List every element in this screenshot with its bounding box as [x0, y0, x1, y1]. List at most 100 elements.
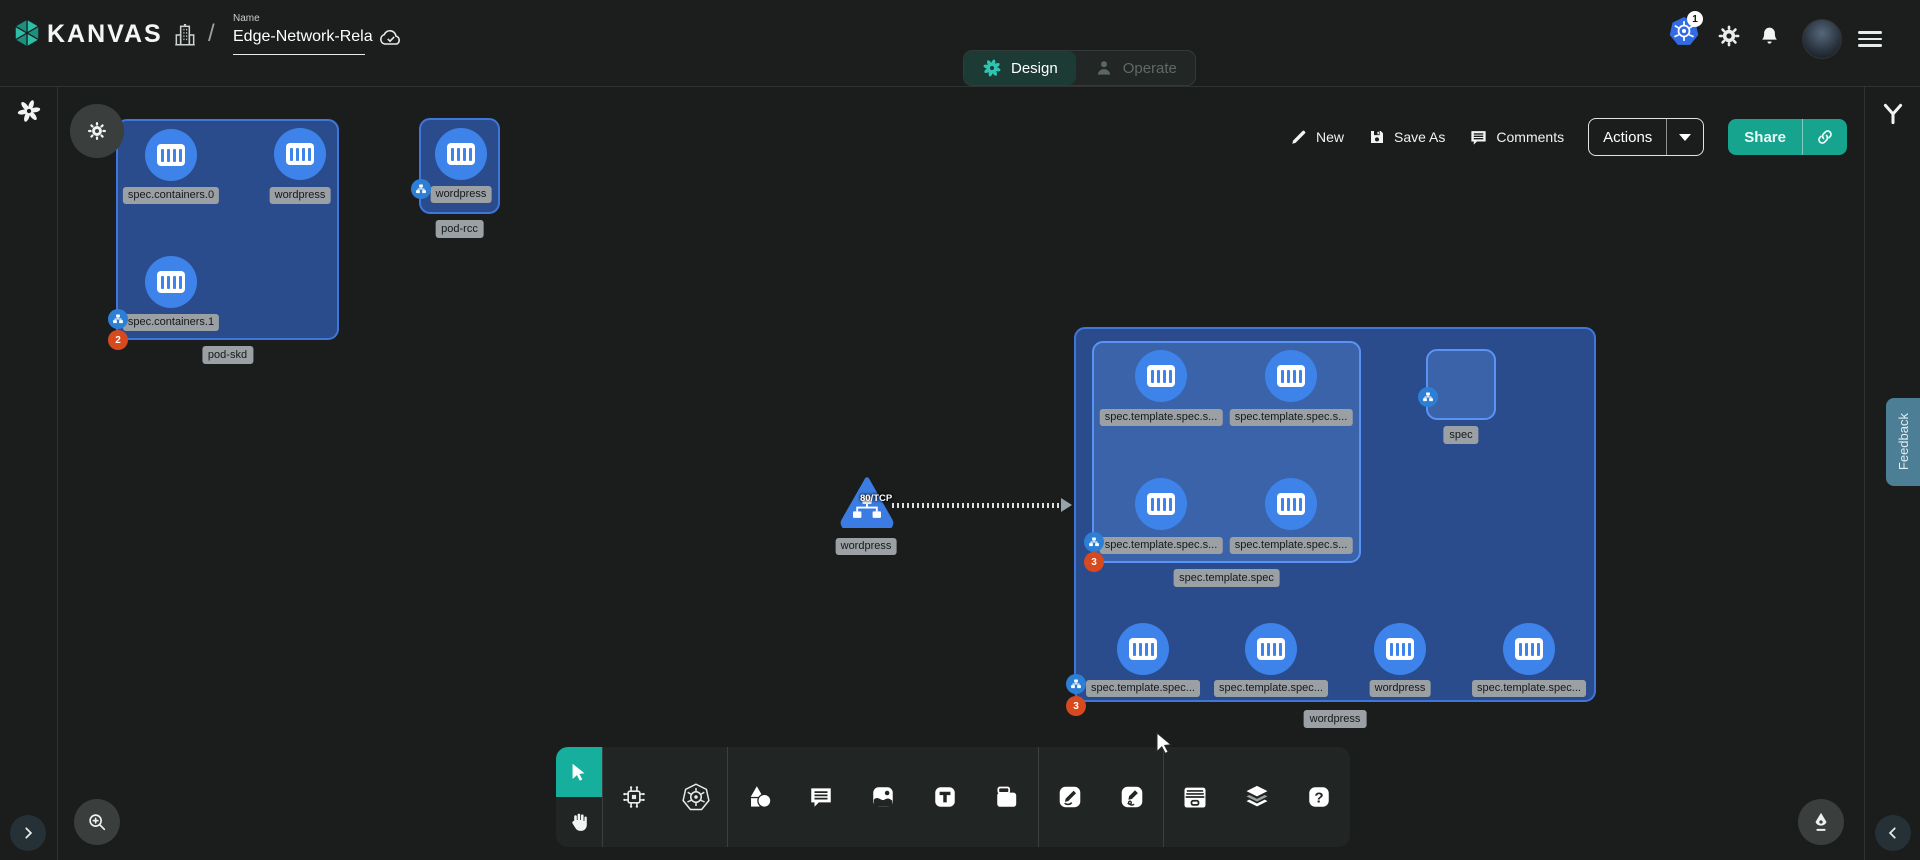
- canvas-action-bar: New Save As Comments Actions Share: [1290, 118, 1847, 156]
- pod-rcc-group[interactable]: wordpress pod-rcc: [419, 118, 500, 214]
- container-node[interactable]: [274, 128, 326, 180]
- sticky-note-icon: [994, 784, 1020, 810]
- service-edge[interactable]: [892, 498, 1072, 512]
- container-node[interactable]: [435, 128, 487, 180]
- deployment-group[interactable]: spec.template.spec.s... spec.template.sp…: [1074, 327, 1596, 702]
- container-icon: [1147, 493, 1175, 515]
- shapes-icon: [745, 784, 773, 810]
- hand-icon: [567, 810, 591, 834]
- actions-dropdown-arrow[interactable]: [1667, 119, 1703, 155]
- user-avatar[interactable]: [1802, 19, 1842, 59]
- kanvas-logo-icon[interactable]: [12, 16, 42, 50]
- group-label: pod-rcc: [435, 220, 484, 238]
- container-node[interactable]: [1135, 350, 1187, 402]
- question-mark-icon: ?: [1306, 784, 1332, 810]
- copy-link-icon[interactable]: [1803, 119, 1847, 155]
- actions-label: Actions: [1589, 119, 1667, 155]
- pod-skd-group[interactable]: spec.containers.0 wordpress spec.contain…: [116, 119, 339, 340]
- design-name-input[interactable]: [233, 28, 373, 46]
- node-config-button[interactable]: [70, 104, 124, 158]
- line-draw-tool-button[interactable]: [1039, 747, 1101, 847]
- drawer-tool-button[interactable]: [1164, 747, 1226, 847]
- tab-operate[interactable]: Operate: [1076, 51, 1195, 85]
- save-as-button[interactable]: Save As: [1368, 128, 1445, 146]
- container-node[interactable]: [1374, 623, 1426, 675]
- comment-icon: [1469, 128, 1488, 147]
- container-node[interactable]: [1245, 623, 1297, 675]
- notifications-bell-icon[interactable]: [1758, 24, 1781, 49]
- container-node[interactable]: [1117, 623, 1169, 675]
- new-label: New: [1316, 129, 1344, 145]
- container-node[interactable]: [145, 256, 197, 308]
- svg-text:?: ?: [1314, 789, 1323, 806]
- container-icon: [286, 143, 314, 165]
- brand-wordmark[interactable]: KANVAS: [47, 20, 163, 49]
- container-node[interactable]: [1503, 623, 1555, 675]
- image-tool-button[interactable]: [852, 747, 914, 847]
- settings-gear-icon[interactable]: [1717, 24, 1741, 48]
- operate-person-icon: [1094, 58, 1114, 78]
- container-node[interactable]: [145, 129, 197, 181]
- help-tool-button[interactable]: ?: [1288, 747, 1350, 847]
- comments-label: Comments: [1496, 129, 1564, 145]
- mode-tabs: Design Operate: [963, 50, 1196, 86]
- cloud-saved-icon: [377, 26, 405, 48]
- new-button[interactable]: New: [1290, 128, 1344, 146]
- organization-icon[interactable]: [172, 22, 198, 48]
- container-node[interactable]: [1135, 478, 1187, 530]
- pen-tool-button[interactable]: [1798, 799, 1844, 845]
- design-name-underline: [233, 54, 365, 55]
- context-count-badge: 1: [1687, 11, 1703, 27]
- spec-node[interactable]: spec: [1426, 349, 1496, 420]
- text-tool-button[interactable]: [914, 747, 976, 847]
- tab-design-label: Design: [1011, 60, 1058, 77]
- node-label: spec.containers.1: [123, 314, 219, 331]
- share-button[interactable]: Share: [1728, 119, 1847, 155]
- layer5-y-icon[interactable]: [1880, 100, 1906, 128]
- right-panel-divider: [1864, 87, 1865, 860]
- chevron-left-icon: [1886, 826, 1900, 840]
- kubernetes-context-button[interactable]: 1: [1668, 15, 1702, 49]
- feedback-tab[interactable]: Feedback: [1886, 398, 1920, 486]
- right-panel-toggle[interactable]: [1875, 815, 1911, 851]
- hamburger-menu-icon[interactable]: [1858, 27, 1882, 51]
- note-tool-button[interactable]: [976, 747, 1038, 847]
- container-icon: [1129, 638, 1157, 660]
- magnifier-plus-icon: [86, 811, 108, 833]
- kubernetes-tool-button[interactable]: [665, 747, 727, 847]
- node-label: spec.containers.0: [123, 187, 219, 204]
- pod-count-badge: 2: [108, 330, 128, 350]
- comment-tool-button[interactable]: [790, 747, 852, 847]
- edge-arrowhead: [1061, 498, 1072, 512]
- container-node[interactable]: [1265, 478, 1317, 530]
- pan-tool-button[interactable]: [556, 797, 602, 847]
- layers-tool-button[interactable]: [1226, 747, 1288, 847]
- pointer-tool-column: [556, 747, 602, 847]
- components-tool-button[interactable]: [603, 747, 665, 847]
- template-spec-group[interactable]: spec.template.spec.s... spec.template.sp…: [1092, 341, 1361, 563]
- template-count-badge: 3: [1084, 552, 1104, 572]
- freehand-draw-tool-button[interactable]: [1101, 747, 1163, 847]
- floppy-disk-icon: [1368, 128, 1386, 146]
- tab-design[interactable]: Design: [964, 51, 1076, 85]
- select-tool-button[interactable]: [556, 747, 602, 797]
- edge-port-label: 80/TCP: [860, 493, 892, 504]
- group-label: spec.template.spec: [1173, 569, 1280, 587]
- left-panel-toggle[interactable]: [10, 815, 46, 851]
- actions-button[interactable]: Actions: [1588, 118, 1704, 156]
- gear-flower-icon: [86, 120, 108, 142]
- pod-badge-icon: [108, 309, 128, 329]
- service-node[interactable]: wordpress: [839, 476, 895, 560]
- design-name-label: Name: [233, 13, 260, 24]
- zoom-button[interactable]: [74, 799, 120, 845]
- shapes-tool-button[interactable]: [728, 747, 790, 847]
- meshery-spinner-icon[interactable]: [16, 98, 42, 124]
- container-node[interactable]: [1265, 350, 1317, 402]
- pen-nib-icon: [1810, 811, 1832, 833]
- breadcrumb-separator: /: [208, 20, 215, 48]
- node-label: spec.template.spec...: [1214, 680, 1328, 697]
- comments-button[interactable]: Comments: [1469, 128, 1564, 147]
- group-label: wordpress: [1304, 710, 1367, 728]
- deployment-count-badge: 3: [1066, 696, 1086, 716]
- pencil-icon: [1290, 128, 1308, 146]
